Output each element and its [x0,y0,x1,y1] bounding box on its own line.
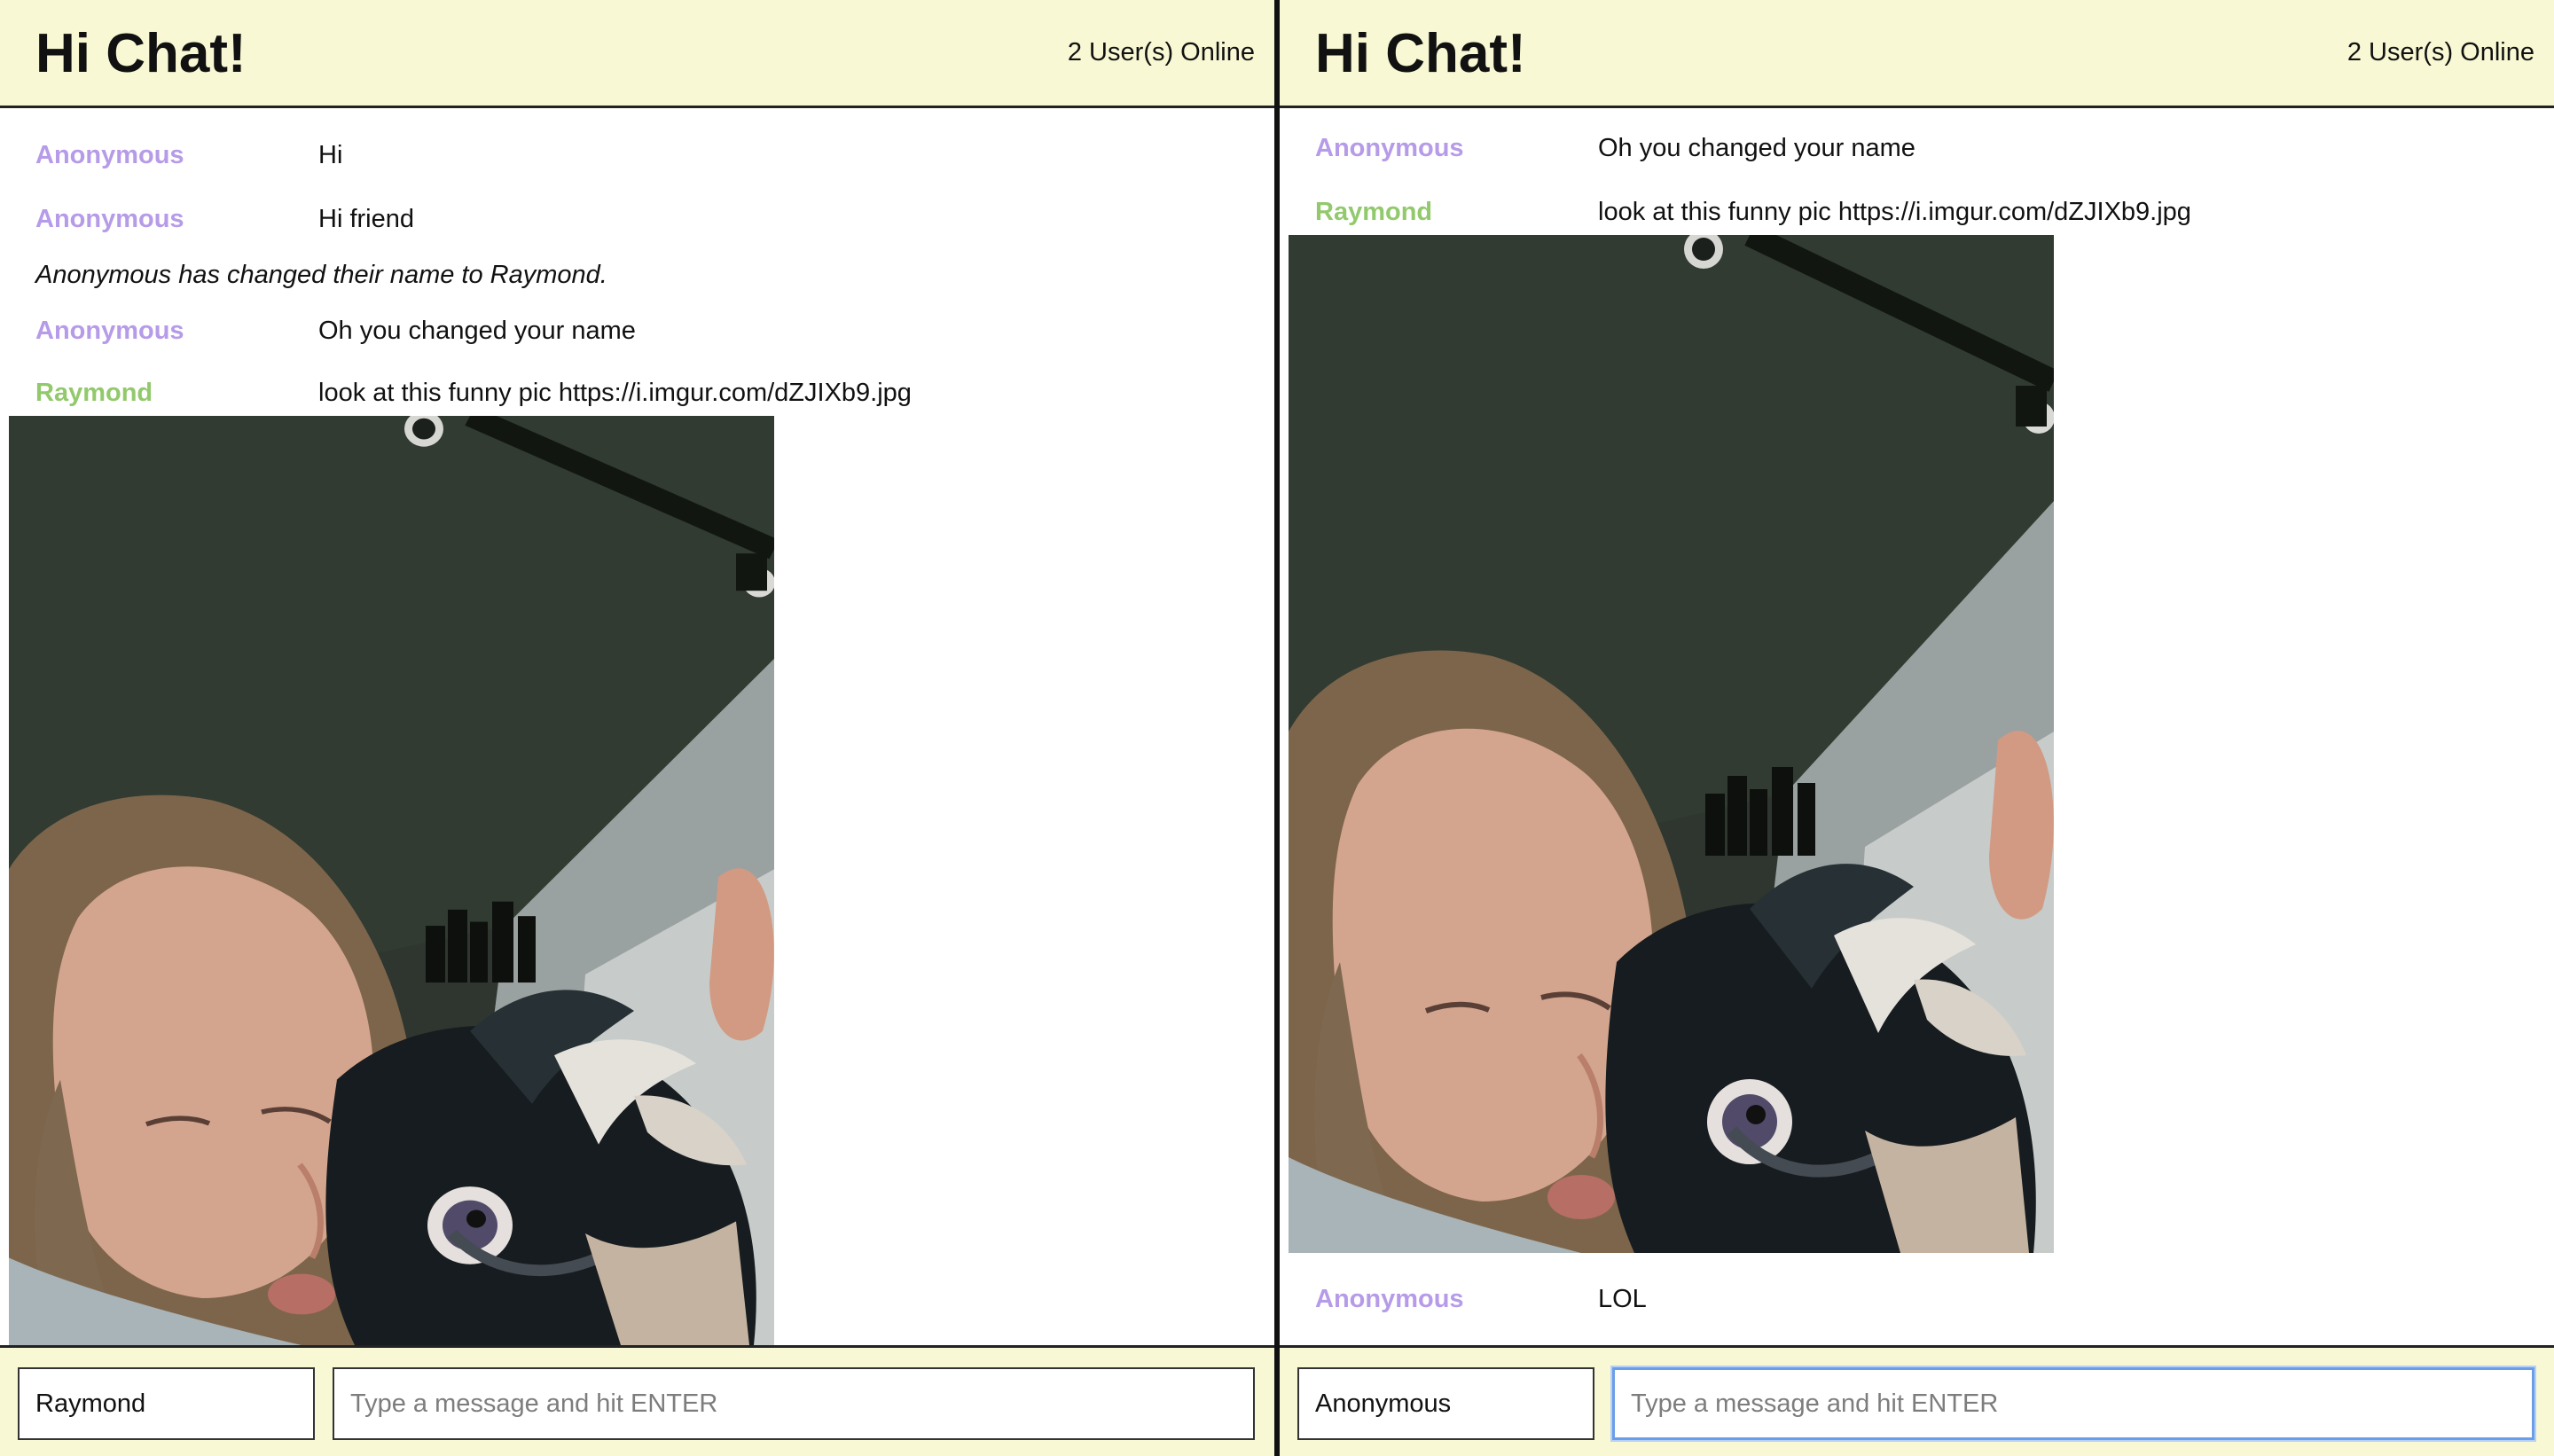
app-title: Hi Chat! [1315,23,1526,84]
chat-app-split-view: Hi Chat! 2 User(s) Online Anonymous Hi A… [0,0,2554,1456]
online-user-count: 2 User(s) Online [1067,38,1255,67]
photo-illustration [9,416,774,1345]
message-text: Oh you changed your name [318,317,636,345]
message-text: Hi [318,141,343,169]
username-input[interactable] [18,1367,315,1440]
message-text: look at this funny pic https://i.imgur.c… [318,379,912,407]
message-composer [0,1345,1274,1456]
message-input[interactable] [1612,1367,2534,1440]
shared-photo [1289,235,2054,1253]
right-chat-window: Hi Chat! 2 User(s) Online Anonymous Oh y… [1280,0,2554,1456]
message-list[interactable]: Anonymous Oh you changed your name Raymo… [1280,108,2554,1345]
message-author: Anonymous [1315,134,1464,162]
message-row: Anonymous Hi [0,135,1274,176]
online-user-count: 2 User(s) Online [2346,38,2534,67]
message-input[interactable] [333,1367,1255,1440]
message-text: LOL [1598,1285,1647,1313]
message-row: Anonymous Oh you changed your name [1280,128,2554,168]
chat-header: Hi Chat! 2 User(s) Online [0,0,1274,108]
message-author: Raymond [1315,198,1433,226]
message-text: look at this funny pic https://i.imgur.c… [1598,198,2191,226]
message-row: Anonymous Oh you changed your name [0,310,1274,351]
message-row: Anonymous LOL [1280,1279,2554,1319]
username-input[interactable] [1297,1367,1594,1440]
message-author: Anonymous [35,317,184,345]
photo-illustration [1289,235,2054,1253]
message-author: Anonymous [35,141,184,169]
message-text: Oh you changed your name [1598,134,1916,162]
message-list[interactable]: Anonymous Hi Anonymous Hi friend Anonymo… [0,108,1274,1345]
message-author: Anonymous [1315,1285,1464,1313]
message-row: Raymond look at this funny pic https://i… [0,372,1274,413]
chat-header: Hi Chat! 2 User(s) Online [1280,0,2554,108]
left-chat-window: Hi Chat! 2 User(s) Online Anonymous Hi A… [0,0,1274,1456]
app-title: Hi Chat! [35,23,247,84]
message-composer [1280,1345,2554,1456]
message-author: Anonymous [35,205,184,233]
message-row: Anonymous Hi friend [0,199,1274,239]
message-author: Raymond [35,379,153,407]
shared-photo [9,416,774,1345]
message-text: Hi friend [318,205,414,233]
name-change-notice: Anonymous has changed their name to Raym… [35,261,607,289]
message-row: Raymond look at this funny pic https://i… [1280,192,2554,232]
